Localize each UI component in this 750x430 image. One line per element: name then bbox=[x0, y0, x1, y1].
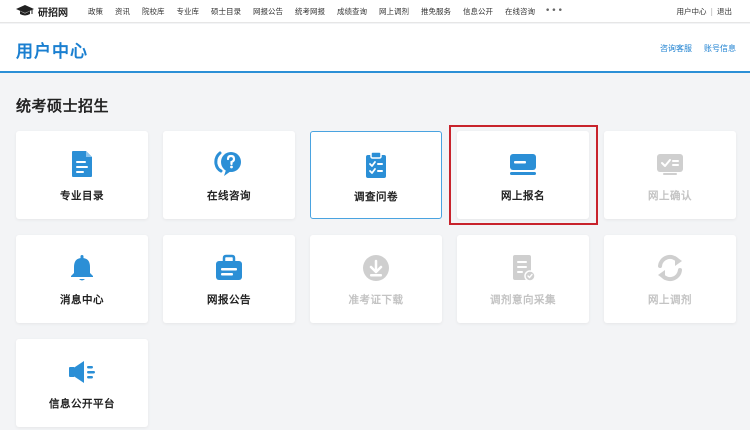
download-icon bbox=[361, 253, 391, 283]
card-registration-announcements[interactable]: 网报公告 bbox=[163, 235, 295, 323]
user-links: 用户中心 | 退出 bbox=[676, 0, 732, 23]
card-label: 网上确认 bbox=[648, 190, 692, 202]
nav-item-news[interactable]: 资讯 bbox=[115, 6, 130, 17]
customer-service-link[interactable]: 咨询客服 bbox=[660, 43, 692, 54]
card-online-adjustment[interactable]: 网上调剂 bbox=[604, 235, 736, 323]
nav-item-exam-registration[interactable]: 统考网报 bbox=[295, 6, 325, 17]
top-nav-bar: 研招网 政策 资讯 院校库 专业库 硕士目录 网报公告 统考网报 成绩查询 网上… bbox=[0, 0, 750, 23]
card-label: 消息中心 bbox=[60, 294, 104, 306]
card-label: 专业目录 bbox=[60, 190, 104, 202]
bell-icon bbox=[67, 253, 97, 283]
card-label: 信息公开平台 bbox=[49, 398, 115, 410]
nav-item-online-consult[interactable]: 在线咨询 bbox=[505, 6, 535, 17]
card-online-consult[interactable]: 在线咨询 bbox=[163, 131, 295, 219]
header-links: 咨询客服 账号信息 bbox=[648, 43, 736, 54]
nav-item-catalog[interactable]: 硕士目录 bbox=[211, 6, 241, 17]
nav-item-policy[interactable]: 政策 bbox=[88, 6, 103, 17]
nav-item-schools[interactable]: 院校库 bbox=[142, 6, 165, 17]
page-header: 用户中心 咨询客服 账号信息 bbox=[0, 24, 750, 73]
page-title: 用户中心 bbox=[16, 42, 88, 62]
graduation-cap-icon bbox=[16, 5, 34, 17]
form-edit-icon bbox=[508, 253, 538, 283]
card-label: 网上调剂 bbox=[648, 294, 692, 306]
speaker-icon bbox=[67, 357, 97, 387]
card-label: 调查问卷 bbox=[354, 191, 398, 203]
card-major-catalog[interactable]: 专业目录 bbox=[16, 131, 148, 219]
nav-item-majors[interactable]: 专业库 bbox=[177, 6, 200, 17]
card-admission-ticket-download[interactable]: 准考证下载 bbox=[310, 235, 442, 323]
card-label: 调剂意向采集 bbox=[490, 294, 556, 306]
document-list-icon bbox=[67, 149, 97, 179]
nav-menu: 政策 资讯 院校库 专业库 硕士目录 网报公告 统考网报 成绩查询 网上调剂 推… bbox=[88, 6, 564, 17]
logo-text: 研招网 bbox=[38, 7, 68, 19]
id-confirm-icon bbox=[655, 149, 685, 179]
section-title: 统考硕士招生 bbox=[16, 97, 110, 115]
chat-question-icon bbox=[214, 149, 244, 179]
site-logo[interactable]: 研招网 bbox=[16, 4, 86, 19]
nav-item-score-query[interactable]: 成绩查询 bbox=[337, 6, 367, 17]
card-label: 在线咨询 bbox=[207, 190, 251, 202]
refresh-icon bbox=[655, 253, 685, 283]
card-info-disclosure-platform[interactable]: 信息公开平台 bbox=[16, 339, 148, 427]
nav-item-adjustment[interactable]: 网上调剂 bbox=[379, 6, 409, 17]
card-survey[interactable]: 调查问卷 bbox=[310, 131, 442, 219]
card-register-icon bbox=[508, 149, 538, 179]
card-label: 准考证下载 bbox=[348, 294, 404, 306]
more-menu-icon[interactable]: ••• bbox=[545, 6, 564, 16]
card-online-registration[interactable]: 网上报名 bbox=[457, 131, 589, 219]
card-message-center[interactable]: 消息中心 bbox=[16, 235, 148, 323]
announcement-bag-icon bbox=[214, 253, 244, 283]
account-info-link[interactable]: 账号信息 bbox=[704, 43, 736, 54]
card-label: 网上报名 bbox=[501, 190, 545, 202]
user-center-link[interactable]: 用户中心 bbox=[676, 6, 706, 17]
card-adjustment-intention[interactable]: 调剂意向采集 bbox=[457, 235, 589, 323]
nav-item-recommendation[interactable]: 推免服务 bbox=[421, 6, 451, 17]
card-label: 网报公告 bbox=[207, 294, 251, 306]
nav-item-disclosure[interactable]: 信息公开 bbox=[463, 6, 493, 17]
separator: | bbox=[710, 7, 713, 16]
nav-item-announcements[interactable]: 网报公告 bbox=[253, 6, 283, 17]
card-online-confirm[interactable]: 网上确认 bbox=[604, 131, 736, 219]
clipboard-check-icon bbox=[361, 150, 391, 180]
logout-link[interactable]: 退出 bbox=[717, 6, 732, 17]
